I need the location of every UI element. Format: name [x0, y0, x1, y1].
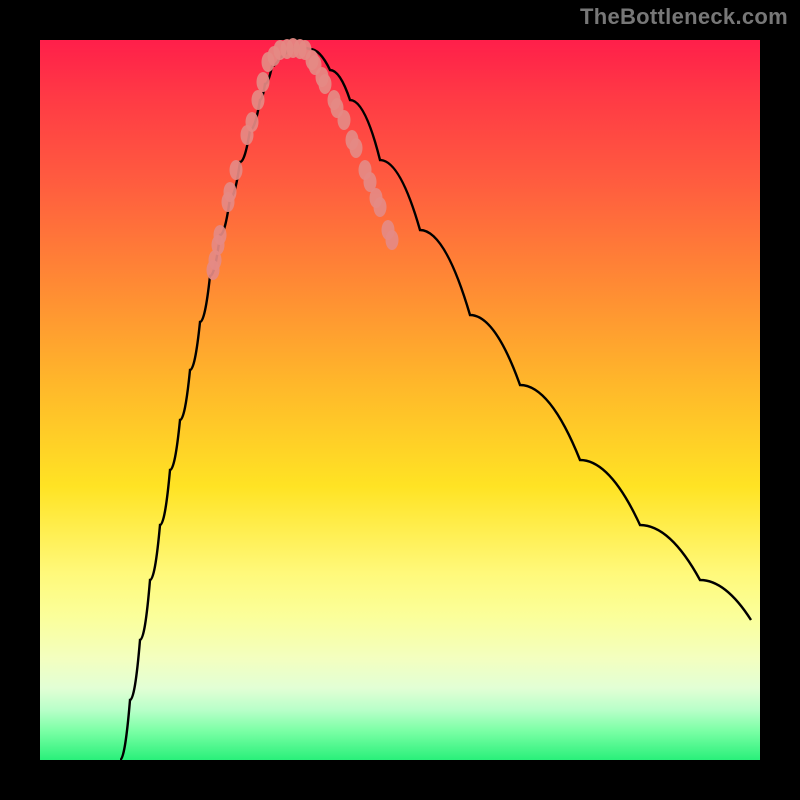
curve-line — [120, 47, 751, 760]
chart-frame: TheBottleneck.com — [0, 0, 800, 800]
watermark-text: TheBottleneck.com — [580, 4, 788, 30]
marker-dot — [386, 230, 399, 250]
marker-dot — [338, 110, 351, 130]
marker-dot — [224, 182, 237, 202]
marker-dot — [214, 225, 227, 245]
curve-path — [120, 47, 751, 760]
marker-cluster — [207, 38, 399, 280]
marker-dot — [350, 138, 363, 158]
chart-overlay — [40, 40, 760, 760]
marker-dot — [252, 90, 265, 110]
marker-dot — [319, 74, 332, 94]
marker-dot — [374, 197, 387, 217]
marker-dot — [257, 72, 270, 92]
marker-dot — [230, 160, 243, 180]
marker-dot — [246, 112, 259, 132]
